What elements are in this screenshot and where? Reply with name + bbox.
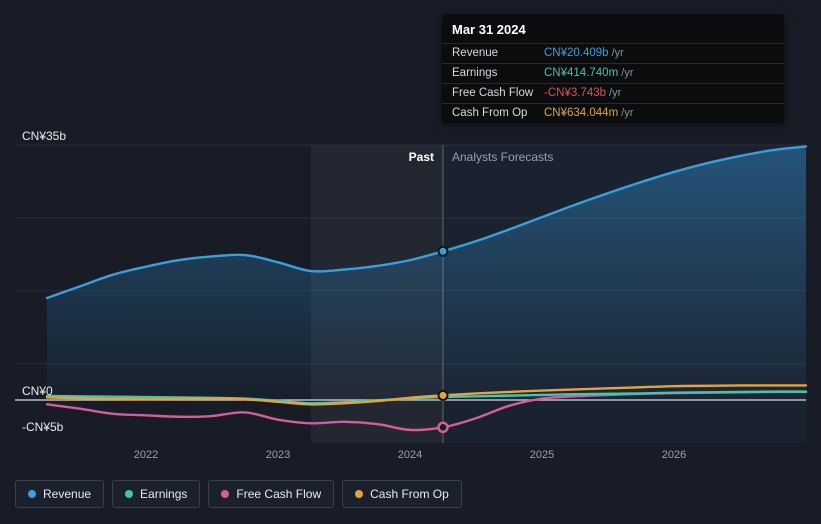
forecast-label: Analysts Forecasts [452, 150, 554, 164]
legend-item-free-cash-flow[interactable]: Free Cash Flow [208, 480, 335, 508]
x-axis-label: 2026 [661, 449, 687, 461]
y-axis-label: CN¥0 [22, 384, 53, 398]
x-axis-label: 2022 [133, 449, 159, 461]
tooltip-row-free-cash-flow: Free Cash Flow -CN¥3.743b /yr [442, 83, 784, 103]
earnings-dot-icon [125, 490, 134, 498]
legend-label: Earnings [140, 487, 188, 501]
chart-area: CN¥35b CN¥0 -CN¥5b 2022 2023 2024 2025 2026 Pas… [0, 0, 821, 470]
cash-from-op-marker [437, 389, 449, 401]
tooltip-row-cash-from-op: Cash From Op CN¥634.044m /yr [442, 103, 784, 123]
y-axis-label: CN¥35b [22, 129, 67, 143]
tooltip-label: Revenue [452, 47, 499, 59]
legend-label: Free Cash Flow [236, 487, 322, 501]
past-label: Past [408, 150, 434, 164]
tooltip-date: Mar 31 2024 [452, 22, 526, 37]
tooltip-value: CN¥414.740m [544, 67, 619, 79]
tooltip-label: Cash From Op [452, 107, 528, 119]
cash-from-op-dot-icon [355, 490, 364, 498]
tooltip-suffix: /yr [611, 47, 624, 59]
x-axis-label: 2023 [265, 449, 291, 461]
tooltip-row-earnings: Earnings CN¥414.740m /yr [442, 63, 784, 83]
tooltip-row-revenue: Revenue CN¥20.409b /yr [442, 43, 784, 63]
tooltip-label: Earnings [452, 67, 498, 79]
tooltip-suffix: /yr [621, 107, 634, 119]
y-axis-label: -CN¥5b [22, 420, 64, 435]
free-cash-flow-marker [437, 421, 449, 434]
revenue-dot-icon [28, 490, 36, 498]
chart-tooltip: Mar 31 2024 Revenue CN¥20.409b /yr Earni… [442, 14, 784, 123]
tooltip-value: CN¥634.044m [544, 107, 619, 119]
tooltip-value: CN¥20.409b [544, 47, 609, 59]
x-axis-label: 2025 [529, 449, 555, 461]
legend-item-revenue[interactable]: Revenue [15, 480, 105, 508]
revenue-marker [437, 245, 449, 257]
tooltip-suffix: /yr [609, 87, 622, 99]
chart-legend: Revenue Earnings Free Cash Flow Cash Fro… [0, 470, 821, 518]
free-cash-flow-dot-icon [221, 490, 230, 498]
legend-label: Revenue [43, 487, 92, 501]
legend-label: Cash From Op [370, 487, 449, 501]
tooltip-suffix: /yr [621, 67, 634, 79]
legend-item-earnings[interactable]: Earnings [112, 480, 201, 508]
tooltip-value: -CN¥3.743b [544, 87, 607, 99]
x-axis-label: 2024 [397, 449, 423, 461]
tooltip-label: Free Cash Flow [452, 87, 534, 99]
legend-item-cash-from-op[interactable]: Cash From Op [342, 480, 462, 508]
